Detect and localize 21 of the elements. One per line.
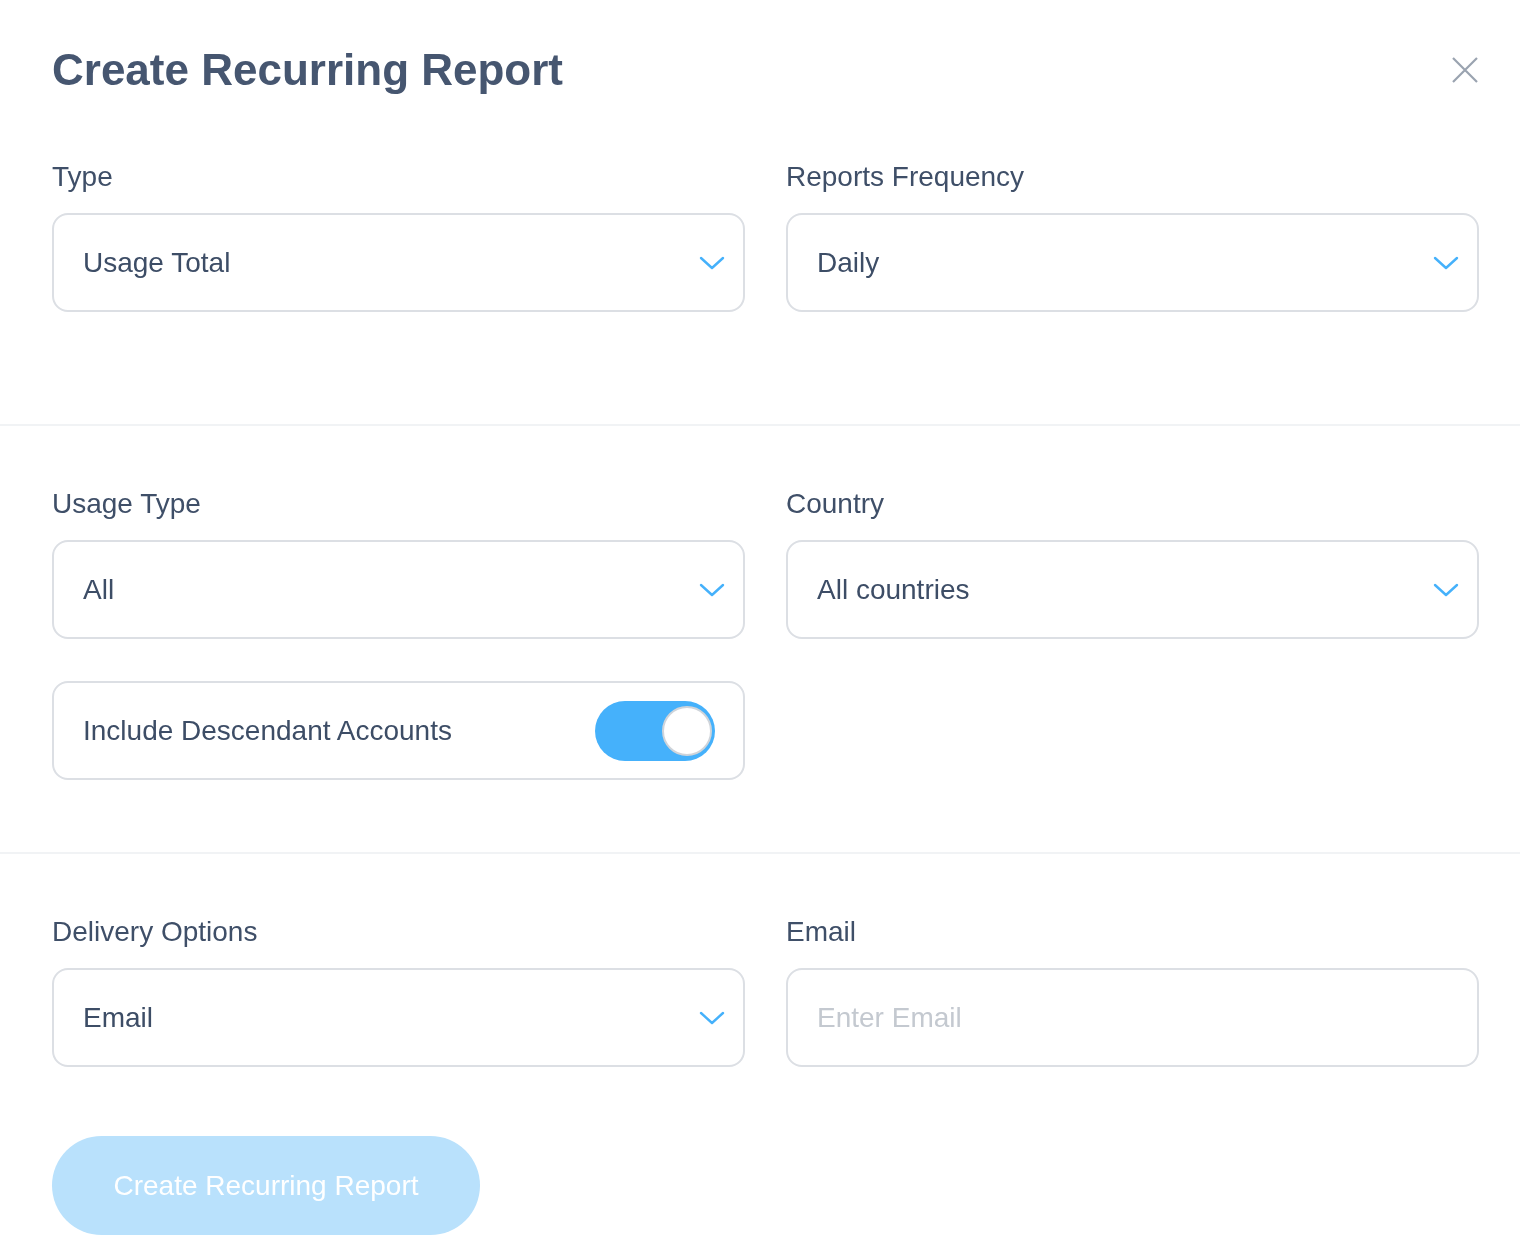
close-icon: [1451, 56, 1479, 84]
dialog-title: Create Recurring Report: [52, 44, 563, 96]
field-label: Email: [786, 915, 857, 949]
email-input-field[interactable]: Enter Email: [786, 968, 1479, 1067]
toggle-label: Include Descendant Accounts: [83, 713, 452, 748]
dropdown[interactable]: All: [52, 540, 745, 639]
field-label: Type: [52, 160, 114, 194]
chevron-down-icon: [699, 255, 725, 270]
close-button[interactable]: [1450, 55, 1480, 85]
dropdown[interactable]: All countries: [786, 540, 1479, 639]
dropdown[interactable]: Usage Total: [52, 213, 745, 312]
dropdown[interactable]: Email: [52, 968, 745, 1067]
chevron-down-icon: [699, 582, 725, 597]
chevron-down-icon: [1433, 255, 1459, 270]
field-label: Usage Type: [52, 487, 202, 521]
dropdown[interactable]: Daily: [786, 213, 1479, 312]
chevron-down-icon: [1433, 582, 1459, 597]
field-label: Country: [786, 487, 886, 521]
chevron-down-icon: [699, 1010, 725, 1025]
field-label: Reports Frequency: [786, 160, 1026, 194]
field-label: Delivery Options: [52, 915, 259, 949]
